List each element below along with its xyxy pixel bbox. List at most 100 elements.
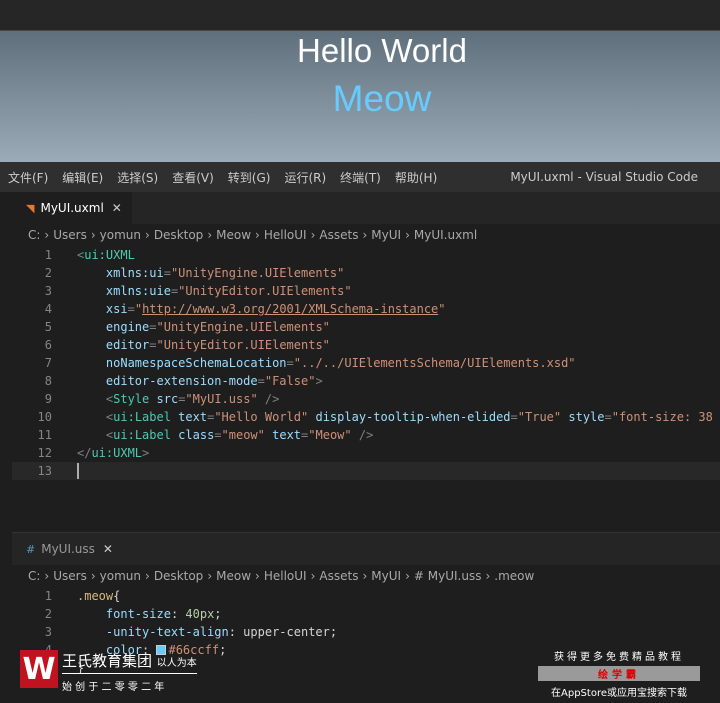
code-line[interactable]: 4 xsi = " http://www.w3.org/2001/XMLSchema-… [12,300,720,318]
text-cursor [77,463,79,479]
logo-icon: W [20,650,58,688]
line-number: 7 [44,356,52,370]
org-name: 王氏教育集团 [62,652,153,670]
line-number: 13 [37,464,52,478]
code-line[interactable]: 12 </ui:UXML > [12,444,720,462]
breadcrumb-item[interactable]: HelloUI [264,228,307,242]
code-line[interactable]: 13 [12,462,720,480]
breadcrumb-item[interactable]: Users [53,569,87,583]
code-line[interactable]: 11 < ui:Label class = "meow" text = "Meow" /> [12,426,720,444]
close-icon[interactable]: ✕ [103,542,113,556]
code-lines[interactable]: 1 < ui:UXML 2 xmlns:ui = "UnityEngine.UIEleme… [12,246,720,480]
menu-terminal[interactable]: 终端(T) [340,169,381,186]
hash-icon: # [26,542,36,556]
breadcrumb-item[interactable]: yomun [100,569,141,583]
code-token: " [134,302,143,316]
chevron-right-icon: › [145,228,150,242]
line-number: 4 [44,302,52,316]
menu-file[interactable]: 文件(F) [8,169,48,186]
close-icon[interactable]: ✕ [112,201,122,215]
code-token: " [438,302,446,316]
chevron-right-icon: › [405,569,410,583]
line-number: 9 [44,392,52,406]
code-token: = [257,374,265,388]
menu-selection[interactable]: 选择(S) [117,169,158,186]
line-number: 6 [44,338,52,352]
code-line[interactable]: 10 < ui:Label text = "Hello World" display-… [12,408,720,426]
tab-myui-uss[interactable]: # MyUI.uss ✕ [12,533,123,565]
breadcrumb-item[interactable]: yomun [100,228,141,242]
code-token: ui:Label [113,410,171,424]
breadcrumb-item[interactable]: MyUI.uxml [414,228,477,242]
code-token: = [301,428,309,442]
code-line[interactable]: 1 .meow{ [12,587,720,605]
breadcrumb-item[interactable]: C: [28,569,40,583]
breadcrumb-item[interactable]: # MyUI.uss [414,569,482,583]
code-line[interactable]: 5 engine = "UnityEngine.UIElements" [12,318,720,336]
code-token: "Meow" [308,428,352,442]
menu-go[interactable]: 转到(G) [228,169,271,186]
menu-edit[interactable]: 编辑(E) [62,169,103,186]
line-number: 8 [44,374,52,388]
code-line[interactable]: 1 < ui:UXML [12,246,720,264]
watermark-logo: W 王氏教育集团 以人为本 始 创 于 二 零 零 二 年 [20,650,197,693]
menu-view[interactable]: 查看(V) [172,169,214,186]
code-token: 40px [185,607,215,621]
line-number: 12 [37,446,52,460]
chevron-right-icon: › [255,228,260,242]
tab-myui-uxml[interactable]: ◥ MyUI.uxml ✕ [12,192,132,224]
line-number: 11 [37,428,52,442]
code-token: font-size [105,607,171,621]
chevron-right-icon: › [44,228,50,242]
code-token: { [113,589,121,603]
menu-help[interactable]: 帮助(H) [395,169,437,186]
line-number: 2 [44,266,52,280]
breadcrumb-item[interactable]: Desktop [154,228,204,242]
breadcrumb-item[interactable]: MyUI [371,228,401,242]
tab-label: MyUI.uxml [40,201,104,215]
tab-label: MyUI.uss [41,542,95,556]
code-line[interactable]: 3 -unity-text-align: upper-center; [12,623,720,641]
breadcrumb-item[interactable]: Meow [216,569,251,583]
code-token: xsi [105,302,128,316]
code-line[interactable]: 8 editor-extension-mode = "False" > [12,372,720,390]
breadcrumb-item[interactable]: MyUI [371,569,401,583]
line-number: 2 [44,607,52,621]
breadcrumb-item[interactable]: HelloUI [264,569,307,583]
code-line[interactable]: 2 font-size: 40px; [12,605,720,623]
code-token: "MyUI.uss" [185,392,258,406]
breadcrumb-item[interactable]: Meow [216,228,251,242]
menu-run[interactable]: 运行(R) [284,169,326,186]
code-token: > [142,446,150,460]
app-name: 绘学霸 [538,666,700,681]
code-line[interactable]: 7 noNamespaceSchemaLocation = "../../UIEle… [12,354,720,372]
code-line[interactable]: 3 xmlns:uie = "UnityEditor.UIElements" [12,282,720,300]
code-token: ui:UXML [91,446,143,460]
code-token: = [214,428,222,442]
code-token: style [568,410,605,424]
code-token: text [272,428,302,442]
breadcrumb-item[interactable]: .meow [494,569,534,583]
code-line[interactable]: 2 xmlns:ui = "UnityEngine.UIElements" [12,264,720,282]
breadcrumb: C: › Users › yomun › Desktop › Meow › HelloUI › Asse… [12,565,720,587]
breadcrumb-item[interactable]: Users [53,228,87,242]
code-token: < [105,428,114,442]
code-line[interactable]: 6 editor = "UnityEditor.UIElements" [12,336,720,354]
code-line[interactable]: 9 < Style src = "MyUI.uss" /> [12,390,720,408]
breadcrumb-item[interactable]: Assets [319,228,358,242]
breadcrumb-item[interactable]: Assets [319,569,358,583]
breadcrumb-item[interactable]: Desktop [154,569,204,583]
breadcrumb-item[interactable]: C: [28,228,40,242]
line-number: 5 [44,320,52,334]
